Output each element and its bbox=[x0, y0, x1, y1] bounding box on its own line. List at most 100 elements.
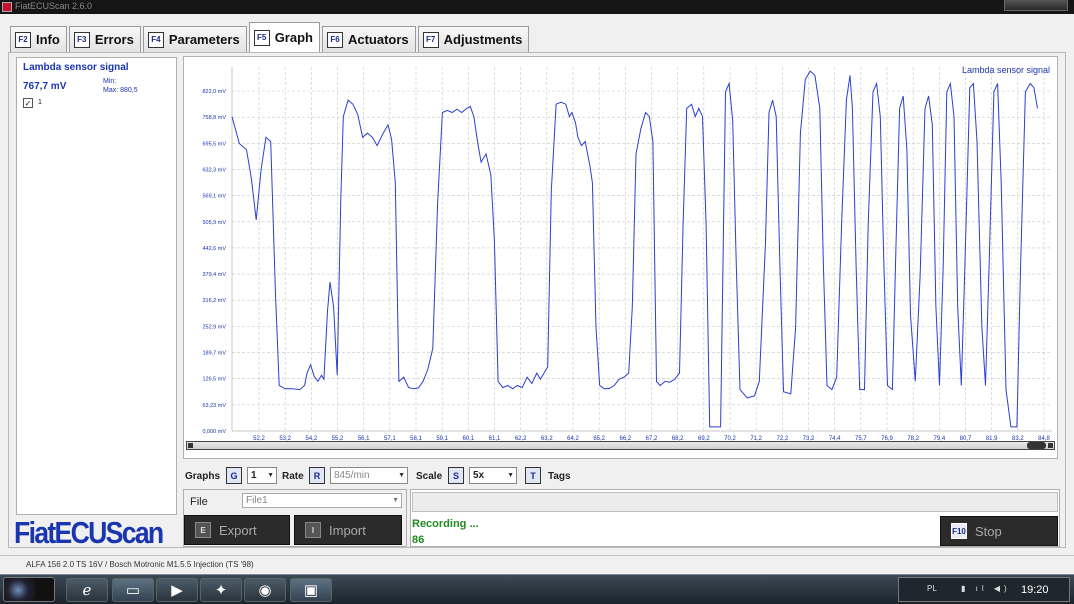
vehicle-info-text: ALFA 156 2.0 TS 16V / Bosch Motronic M1.… bbox=[26, 560, 254, 569]
tab-parameters-key: F4 bbox=[147, 31, 164, 48]
y-tick-label: 442,6 mV bbox=[202, 246, 226, 252]
chevron-down-icon: ▼ bbox=[392, 497, 399, 504]
window-controls[interactable] bbox=[1004, 0, 1068, 11]
rate-key[interactable]: R bbox=[309, 467, 325, 484]
graphs-select[interactable]: 1 ▼ bbox=[247, 467, 277, 484]
chevron-down-icon: ▼ bbox=[267, 472, 274, 479]
series-checkbox-label: 1 bbox=[38, 99, 42, 106]
scroll-thumb[interactable] bbox=[1027, 442, 1046, 449]
rate-select[interactable]: 845/min ▼ bbox=[330, 467, 408, 484]
tab-graph[interactable]: F5 Graph bbox=[248, 22, 320, 52]
import-button[interactable]: I Import bbox=[294, 515, 402, 545]
stop-label: Stop bbox=[975, 523, 1002, 539]
tab-errors-label: Errors bbox=[94, 32, 134, 47]
app-window: F2 Info F3 Errors F4 Parameters F5 Graph F6 A… bbox=[0, 14, 1074, 574]
export-key: E bbox=[195, 522, 211, 538]
y-tick-label: 632,3 mV bbox=[202, 167, 226, 173]
series-checkbox[interactable]: ✓ bbox=[23, 98, 33, 108]
tags-label[interactable]: Tags bbox=[548, 471, 571, 482]
y-tick-label: 758,8 mV bbox=[202, 115, 226, 121]
graph-controls: Graphs G 1 ▼ Rate R 845/min ▼ Scale S 5x ▼ … bbox=[185, 467, 1055, 487]
rate-select-value: 845/min bbox=[334, 470, 370, 481]
monitor-app-icon[interactable]: ▭ bbox=[112, 578, 154, 602]
sensor-max: Max: 880,5 bbox=[103, 87, 138, 94]
tab-graph-key: F5 bbox=[253, 29, 270, 46]
fiatecuscan-app-icon[interactable]: ▣ bbox=[290, 578, 332, 602]
tab-adjustments[interactable]: F7 Adjustments bbox=[417, 26, 530, 52]
chart-legend: Lambda sensor signal bbox=[962, 65, 1050, 75]
tab-graph-label: Graph bbox=[274, 30, 313, 45]
tray-clock[interactable]: 19:20 bbox=[1021, 584, 1049, 596]
tray-language[interactable]: PL bbox=[927, 584, 937, 593]
vehicle-info-bar: ALFA 156 2.0 TS 16V / Bosch Motronic M1.… bbox=[0, 555, 1074, 574]
chart-svg: 0,000 mV 63,23 mV 126,5 mV 189,7 mV 252,9 mV… bbox=[202, 65, 1052, 442]
os-taskbar: ℯ ▭ ▶ ✦ ◉ ▣ PL ▮ ıl ◀) 19:20 bbox=[0, 574, 1074, 604]
app-logo: FiatECUScan bbox=[14, 515, 164, 550]
y-tick-label: 252,9 mV bbox=[202, 324, 226, 330]
chrome-icon[interactable]: ◉ bbox=[244, 578, 286, 602]
ie-icon[interactable]: ℯ bbox=[66, 578, 108, 602]
import-key: I bbox=[305, 522, 321, 538]
tab-bar: F2 Info F3 Errors F4 Parameters F5 Graph F6 A… bbox=[10, 22, 531, 52]
chart-area: 0,000 mV 63,23 mV 126,5 mV 189,7 mV 252,9 mV… bbox=[183, 56, 1058, 459]
status-section: Recording ... 86 F10 Stop bbox=[410, 489, 1060, 547]
tab-info-label: Info bbox=[36, 32, 60, 47]
tags-key[interactable]: T bbox=[525, 467, 541, 484]
scale-key[interactable]: S bbox=[448, 467, 464, 484]
y-tick-label: 569,1 mV bbox=[202, 194, 226, 200]
scale-label: Scale bbox=[416, 471, 443, 482]
start-button[interactable] bbox=[3, 577, 55, 602]
file-section: File File1 ▼ E Export I Import bbox=[183, 489, 407, 547]
series-line-lambda bbox=[231, 70, 1038, 428]
chart-grid bbox=[231, 67, 1052, 432]
fox-app-icon[interactable]: ✦ bbox=[200, 578, 242, 602]
chart-scrollbar[interactable] bbox=[186, 441, 1055, 450]
chevron-down-icon: ▼ bbox=[507, 472, 514, 479]
import-label: Import bbox=[329, 522, 366, 538]
title-bar: FiatECUScan 2.6.0 bbox=[0, 0, 1074, 14]
graphs-key[interactable]: G bbox=[226, 467, 242, 484]
y-axis-ticks: 0,000 mV 63,23 mV 126,5 mV 189,7 mV 252,9 mV… bbox=[202, 89, 226, 435]
y-tick-label: 695,5 mV bbox=[202, 141, 226, 147]
tab-parameters-label: Parameters bbox=[168, 32, 240, 47]
scroll-right-arrow[interactable] bbox=[1048, 443, 1053, 448]
tray-status-icons[interactable]: ▮ ıl ◀) bbox=[961, 584, 1011, 593]
window-title: FiatECUScan 2.6.0 bbox=[15, 1, 93, 11]
stop-key: F10 bbox=[951, 523, 967, 539]
y-tick-label: 189,7 mV bbox=[202, 351, 226, 357]
export-label: Export bbox=[219, 522, 257, 538]
status-progress-bar bbox=[412, 492, 1058, 512]
sensor-value: 767,7 mV bbox=[23, 81, 67, 92]
tab-adjustments-key: F7 bbox=[422, 31, 439, 48]
tab-adjustments-label: Adjustments bbox=[443, 32, 523, 47]
system-tray: PL ▮ ıl ◀) 19:20 bbox=[898, 577, 1070, 602]
chevron-down-icon: ▼ bbox=[398, 472, 405, 479]
record-count: 86 bbox=[412, 534, 425, 546]
recording-status: Recording ... bbox=[412, 518, 479, 530]
scale-select[interactable]: 5x ▼ bbox=[469, 467, 517, 484]
scroll-left-arrow[interactable] bbox=[188, 443, 193, 448]
file-select[interactable]: File1 ▼ bbox=[242, 493, 402, 508]
y-tick-label: 379,4 mV bbox=[202, 272, 226, 278]
media-player-icon[interactable]: ▶ bbox=[156, 578, 198, 602]
tab-actuators-label: Actuators bbox=[347, 32, 409, 47]
graphs-select-value: 1 bbox=[251, 470, 257, 481]
sensor-title: Lambda sensor signal bbox=[23, 62, 129, 73]
y-tick-label: 0,000 mV bbox=[202, 429, 226, 435]
sensor-list: Lambda sensor signal 767,7 mV Min: Max: … bbox=[16, 57, 177, 515]
tab-actuators[interactable]: F6 Actuators bbox=[321, 26, 416, 52]
y-tick-label: 63,23 mV bbox=[202, 403, 226, 409]
export-button[interactable]: E Export bbox=[184, 515, 290, 545]
y-tick-label: 126,5 mV bbox=[202, 377, 226, 383]
scale-select-value: 5x bbox=[473, 470, 485, 481]
rate-label: Rate bbox=[282, 471, 304, 482]
tab-info[interactable]: F2 Info bbox=[10, 26, 67, 52]
tab-actuators-key: F6 bbox=[326, 31, 343, 48]
y-tick-label: 505,9 mV bbox=[202, 220, 226, 226]
graph-panel: Lambda sensor signal 767,7 mV Min: Max: … bbox=[8, 52, 1066, 550]
stop-button[interactable]: F10 Stop bbox=[940, 516, 1058, 546]
tab-parameters[interactable]: F4 Parameters bbox=[142, 26, 247, 52]
file-select-value: File1 bbox=[246, 495, 268, 506]
y-tick-label: 822,0 mV bbox=[202, 89, 226, 95]
tab-errors[interactable]: F3 Errors bbox=[68, 26, 141, 52]
